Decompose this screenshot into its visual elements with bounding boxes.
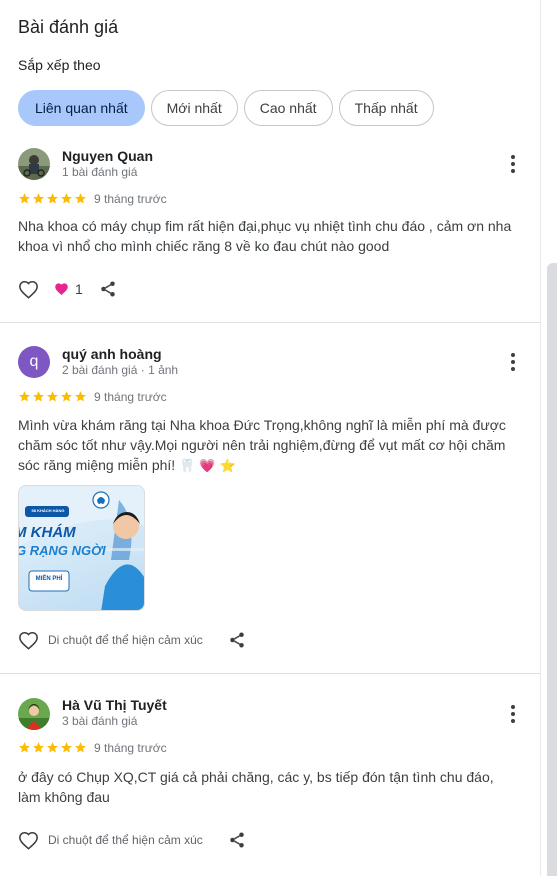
avatar[interactable]: q <box>18 346 50 378</box>
review-body: Mình vừa khám răng tại Nha khoa Đức Trọn… <box>18 417 506 473</box>
review-time: 9 tháng trước <box>94 390 167 404</box>
review-actions: 1 <box>18 279 119 299</box>
star-rating <box>18 390 87 403</box>
star-icon <box>75 742 86 753</box>
reviews-panel: Bài đánh giá Sắp xếp theo Liên quan nhất… <box>0 0 541 876</box>
more-vert-icon[interactable] <box>502 153 524 175</box>
share-icon[interactable] <box>228 630 248 650</box>
review-emojis: 🦷 💗 ⭐ <box>179 459 236 474</box>
review-text: Nha khoa có máy chụp fim rất hiện đại,ph… <box>18 218 512 254</box>
star-icon <box>33 742 44 753</box>
heart-outline-icon[interactable] <box>18 630 40 650</box>
review-actions: Di chuột để thể hiện cảm xúc <box>18 630 248 650</box>
share-icon[interactable] <box>228 830 248 850</box>
review-text: ở đây có Chụp XQ,CT giá cả phải chăng, c… <box>18 769 494 805</box>
star-icon <box>61 391 72 402</box>
heart-outline-icon[interactable] <box>18 279 40 299</box>
sort-label: Sắp xếp theo <box>18 57 101 73</box>
reaction-hint: Di chuột để thể hiện cảm xúc <box>48 833 203 847</box>
star-icon <box>33 193 44 204</box>
photo-headline-2: G RẠNG NGỜI <box>18 543 106 558</box>
star-icon <box>47 391 58 402</box>
star-icon <box>61 742 72 753</box>
filled-heart-icon <box>55 283 68 295</box>
reaction-count[interactable]: 1 <box>54 281 83 297</box>
reviewer-meta: 1 bài đánh giá <box>62 165 138 179</box>
review-card: Nguyen Quan 1 bài đánh giá 9 tháng trước… <box>0 135 540 323</box>
star-icon <box>33 391 44 402</box>
avatar[interactable] <box>18 148 50 180</box>
star-icon <box>75 391 86 402</box>
review-time: 9 tháng trước <box>94 741 167 755</box>
reviewer-name[interactable]: quý anh hoàng <box>62 346 162 362</box>
reviewer-meta: 2 bài đánh giá · 1 ảnh <box>62 363 179 377</box>
chip-newest[interactable]: Mới nhất <box>150 90 238 126</box>
scrollbar[interactable] <box>547 263 557 876</box>
star-icon <box>19 193 30 204</box>
more-vert-icon[interactable] <box>502 351 524 373</box>
reviewer-name[interactable]: Hà Vũ Thị Tuyết <box>62 697 167 713</box>
review-card: q quý anh hoàng 2 bài đánh giá · 1 ảnh 9… <box>0 323 540 674</box>
star-icon <box>75 193 86 204</box>
star-icon <box>19 391 30 402</box>
star-icon <box>47 742 58 753</box>
review-actions: Di chuột để thể hiện cảm xúc <box>18 830 248 850</box>
review-time: 9 tháng trước <box>94 192 167 206</box>
photo-badge: 58 KHÁCH HÀNG <box>31 508 65 513</box>
review-photo[interactable]: 58 KHÁCH HÀNG M KHÁM G RẠNG NGỜI MIỄN PH… <box>18 485 145 611</box>
star-rating <box>18 741 87 754</box>
share-icon[interactable] <box>99 279 119 299</box>
avatar[interactable] <box>18 698 50 730</box>
more-vert-icon[interactable] <box>502 703 524 725</box>
chip-most-relevant[interactable]: Liên quan nhất <box>18 90 145 126</box>
chip-lowest[interactable]: Thấp nhất <box>338 90 434 126</box>
reaction-hint: Di chuột để thể hiện cảm xúc <box>48 633 203 647</box>
star-icon <box>47 193 58 204</box>
star-rating <box>18 192 87 205</box>
page-title: Bài đánh giá <box>18 17 119 37</box>
reviewer-meta: 3 bài đánh giá <box>62 714 138 728</box>
sort-chips: Liên quan nhất Mới nhất Cao nhất Thấp nh… <box>18 90 434 126</box>
reviewer-name[interactable]: Nguyen Quan <box>62 148 153 164</box>
star-icon <box>19 742 30 753</box>
heart-outline-icon[interactable] <box>18 830 40 850</box>
photo-free-label: MIỄN PHÍ <box>35 576 63 582</box>
star-icon <box>61 193 72 204</box>
review-card: Hà Vũ Thị Tuyết 3 bài đánh giá 9 tháng t… <box>0 674 540 876</box>
chip-highest[interactable]: Cao nhất <box>243 90 333 126</box>
like-count: 1 <box>75 281 83 297</box>
review-text: Mình vừa khám răng tại Nha khoa Đức Trọn… <box>18 415 513 477</box>
photo-headline-1: M KHÁM <box>18 524 76 541</box>
